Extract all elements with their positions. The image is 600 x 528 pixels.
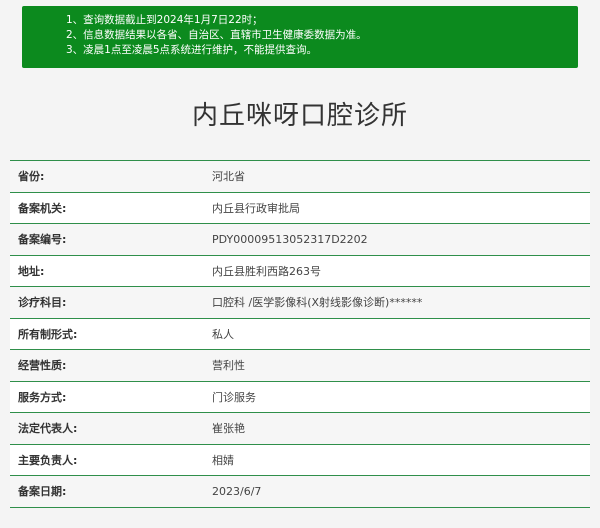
row-label: 诊疗科目: [18, 296, 67, 310]
row-label: 备案编号: [18, 233, 67, 247]
info-table: 省份: 河北省 备案机关: 内丘县行政审批局 备案编号: PDY00009513… [10, 160, 590, 508]
page: 1、查询数据截止到2024年1月7日22时； 2、信息数据结果以各省、自治区、直… [0, 0, 600, 528]
table-row-service-mode: 服务方式: 门诊服务 [10, 381, 590, 413]
row-value: 口腔科 /医学影像科(X射线影像诊断)****** [212, 296, 423, 310]
row-value: 内丘县胜利西路263号 [212, 264, 321, 278]
row-label: 经营性质: [18, 359, 67, 373]
notice-line-1: 1、查询数据截止到2024年1月7日22时； [66, 14, 263, 26]
row-label: 地址: [18, 264, 45, 278]
row-value: 河北省 [212, 170, 245, 184]
row-label: 法定代表人: [18, 422, 78, 436]
table-row-departments: 诊疗科目: 口腔科 /医学影像科(X射线影像诊断)****** [10, 287, 590, 319]
page-title: 内丘咪呀口腔诊所 [191, 101, 408, 131]
notice-banner: 1、查询数据截止到2024年1月7日22时； 2、信息数据结果以各省、自治区、直… [22, 6, 578, 68]
row-label: 备案日期: [18, 485, 67, 499]
row-value: 私人 [212, 327, 234, 341]
table-row-principal: 主要负责人: 相婧 [10, 444, 590, 476]
row-label: 所有制形式: [18, 327, 78, 341]
table-row-record-number: 备案编号: PDY00009513052317D2202 [10, 224, 590, 256]
row-label: 主要负责人: [18, 453, 78, 467]
row-value: PDY00009513052317D2202 [212, 232, 368, 246]
table-row-business-nature: 经营性质: 营利性 [10, 350, 590, 382]
row-value: 相婧 [212, 453, 234, 467]
row-label: 备案机关: [18, 201, 67, 215]
table-row-record-date: 备案日期: 2023/6/7 [10, 476, 590, 508]
notice-line-2: 2、信息数据结果以各省、自治区、直辖市卫生健康委数据为准。 [66, 29, 367, 41]
table-row-authority: 备案机关: 内丘县行政审批局 [10, 192, 590, 224]
row-value: 崔张艳 [212, 422, 245, 436]
row-value: 门诊服务 [212, 390, 256, 404]
table-row-address: 地址: 内丘县胜利西路263号 [10, 255, 590, 287]
row-label: 省份: [18, 170, 45, 184]
table-row-ownership: 所有制形式: 私人 [10, 318, 590, 350]
row-value: 营利性 [212, 359, 245, 373]
row-label: 服务方式: [18, 390, 67, 404]
notice-line-3: 3、凌晨1点至凌晨5点系统进行维护，不能提供查询。 [66, 44, 318, 56]
table-row-province: 省份: 河北省 [10, 161, 590, 193]
table-row-legal-representative: 法定代表人: 崔张艳 [10, 413, 590, 445]
row-value: 内丘县行政审批局 [212, 201, 300, 215]
row-value: 2023/6/7 [212, 484, 262, 498]
